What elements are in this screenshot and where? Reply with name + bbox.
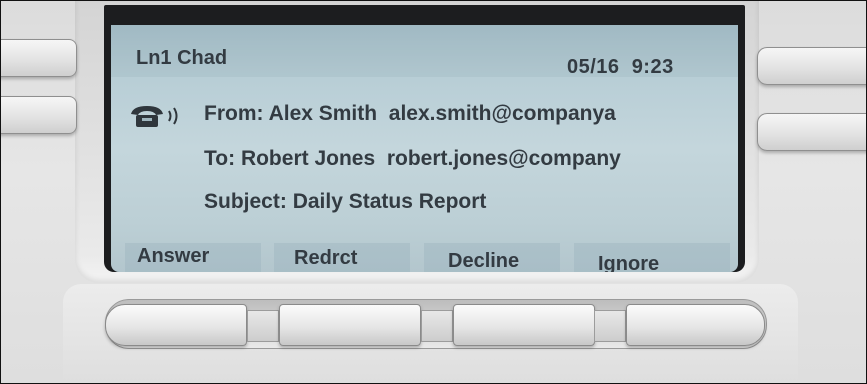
left-line-button-2[interactable] <box>1 96 77 134</box>
softkey-answer[interactable]: Answer <box>125 243 261 272</box>
button-separator <box>594 310 626 342</box>
decline-button[interactable] <box>453 304 595 346</box>
button-separator <box>247 310 279 342</box>
date: 05/16 <box>567 56 620 78</box>
softkey-ignore[interactable]: Ignore <box>574 243 730 272</box>
phone-ringing-icon <box>131 106 178 127</box>
to-row: To: Robert Jones robert.jones@company <box>204 147 621 171</box>
from-row: From: Alex Smith alex.smith@companya <box>204 102 616 126</box>
softkey-ignore-label: Ignore <box>598 253 660 272</box>
from-label: From: <box>204 102 264 125</box>
phone-frame: Ln1 Chad 05/16 9:23 From: Alex Smith ale… <box>0 0 867 384</box>
subject-label: Subject: <box>204 190 287 213</box>
subject-row: Subject: Daily Status Report <box>204 190 486 214</box>
from-name: Alex Smith <box>268 102 378 125</box>
display-screen: Ln1 Chad 05/16 9:23 From: Alex Smith ale… <box>104 5 745 272</box>
lcd-panel: Ln1 Chad 05/16 9:23 From: Alex Smith ale… <box>111 25 738 272</box>
softkey-answer-label: Answer <box>137 245 210 267</box>
softkey-decline[interactable]: Decline <box>424 243 560 272</box>
from-email: alex.smith@companya <box>388 102 616 125</box>
line-label: Ln1 Chad <box>136 47 228 69</box>
softkey-labels: Answer Redrct Decline Ignore <box>111 243 738 272</box>
softkey-redirect[interactable]: Redrct <box>274 243 410 272</box>
redirect-button[interactable] <box>279 304 421 346</box>
date-time: 05/16 9:23 <box>567 56 674 79</box>
right-feature-button-1[interactable] <box>757 47 866 85</box>
softkey-redirect-label: Redrct <box>294 247 358 269</box>
softkey-decline-label: Decline <box>448 250 520 272</box>
button-separator <box>421 310 453 342</box>
right-feature-button-2[interactable] <box>757 113 866 151</box>
left-line-button-1[interactable] <box>1 39 77 77</box>
time: 9:23 <box>631 56 674 78</box>
to-label: To: <box>204 147 236 170</box>
subject-text: Daily Status Report <box>292 190 487 213</box>
answer-button[interactable] <box>105 304 247 346</box>
ignore-button[interactable] <box>626 304 765 346</box>
to-name: Robert Jones <box>240 147 376 170</box>
to-email: robert.jones@company <box>386 147 621 170</box>
